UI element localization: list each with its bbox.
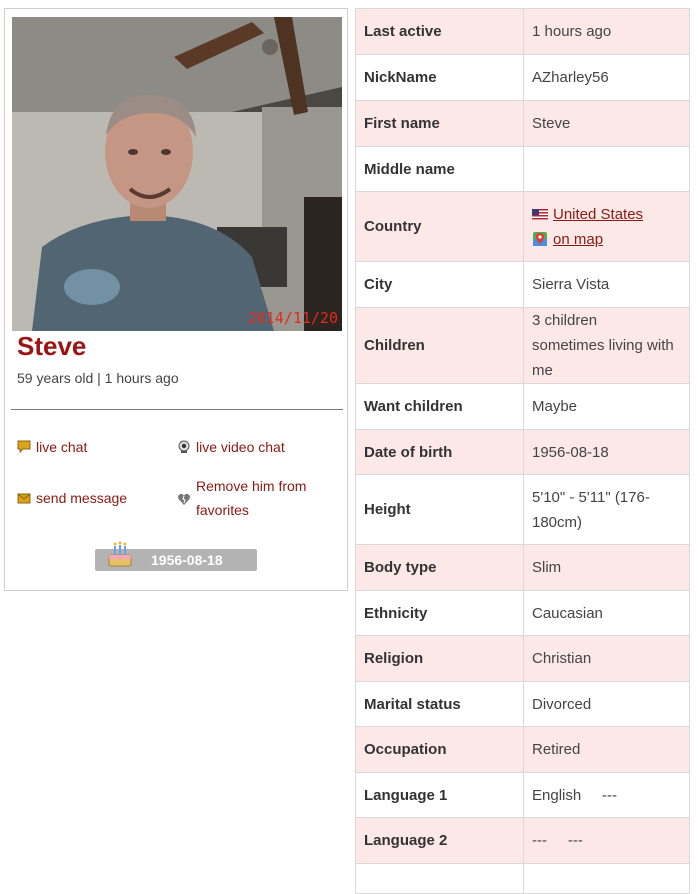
birthday-date: 1956-08-18 (151, 552, 223, 568)
photo-image (12, 17, 342, 331)
detail-value: Slim (523, 544, 690, 591)
detail-row-first-name: First name Steve (355, 100, 690, 147)
detail-label: Marital status (355, 681, 524, 727)
profile-divider (11, 409, 343, 410)
detail-row-middle-name: Middle name (355, 146, 690, 192)
map-line: on map (532, 227, 681, 252)
broken-heart-icon (178, 493, 190, 505)
detail-row-ethnicity: Ethnicity Caucasian (355, 590, 690, 636)
detail-label: Language 2 (355, 817, 524, 864)
detail-value: 1956-08-18 (523, 429, 690, 475)
detail-label: Language 1 (355, 772, 524, 818)
detail-row-language-1: Language 1 English --- (355, 772, 690, 818)
detail-row-country: Country United States on map (355, 191, 690, 262)
detail-row-date-of-birth: Date of birth 1956-08-18 (355, 429, 690, 475)
detail-label: Occupation (355, 726, 524, 773)
live-chat-label: live chat (36, 439, 88, 455)
detail-label: City (355, 261, 524, 308)
detail-label (355, 863, 524, 894)
live-chat-link[interactable]: live chat (17, 435, 87, 459)
detail-value: Caucasian (523, 590, 690, 636)
detail-value: Retired (523, 726, 690, 773)
detail-value (523, 863, 690, 894)
remove-favorite-label: Remove him from favorites (196, 478, 307, 518)
birthday-cake-icon (108, 541, 132, 567)
detail-value: 5'10" - 5'11" (176-180cm) (523, 474, 690, 545)
speech-bubble-icon (17, 440, 31, 454)
detail-row-children: Children 3 children sometimes living wit… (355, 307, 690, 384)
detail-value: Christian (523, 635, 690, 682)
detail-label: NickName (355, 54, 524, 101)
detail-value: United States on map (523, 191, 690, 262)
profile-details-table: Last active 1 hours ago NickName AZharle… (355, 8, 690, 894)
detail-row-want-children: Want children Maybe (355, 383, 690, 430)
detail-value (523, 146, 690, 192)
detail-label: Body type (355, 544, 524, 591)
profile-name: Steve (17, 331, 87, 361)
detail-label: Date of birth (355, 429, 524, 475)
remove-favorite-link[interactable]: Remove him from favorites (177, 474, 327, 522)
send-message-label: send message (36, 490, 128, 506)
detail-label: Children (355, 307, 524, 384)
on-map-link[interactable]: on map (553, 227, 603, 252)
country-line: United States (532, 202, 681, 227)
live-video-chat-label: live video chat (196, 439, 285, 455)
detail-value: --- --- (523, 817, 690, 864)
detail-row-language-2: Language 2 --- --- (355, 817, 690, 864)
send-message-link[interactable]: send message (17, 486, 127, 510)
photo-date-stamp: 2014/11/20 (247, 309, 338, 327)
detail-label: Middle name (355, 146, 524, 192)
detail-value: English --- (523, 772, 690, 818)
profile-photo[interactable]: 2014/11/20 (12, 17, 342, 331)
detail-row-city: City Sierra Vista (355, 261, 690, 308)
detail-row-last-active: Last active 1 hours ago (355, 8, 690, 55)
detail-value: Maybe (523, 383, 690, 430)
detail-row-occupation: Occupation Retired (355, 726, 690, 773)
detail-label: Last active (355, 8, 524, 55)
detail-value: 3 children sometimes living with me (523, 307, 690, 384)
detail-row-height: Height 5'10" - 5'11" (176-180cm) (355, 474, 690, 545)
map-pin-icon (533, 232, 547, 246)
detail-label: Country (355, 191, 524, 262)
detail-value: Divorced (523, 681, 690, 727)
envelope-icon (17, 493, 31, 504)
webcam-icon (178, 440, 190, 453)
detail-label: Religion (355, 635, 524, 682)
detail-row-extra (355, 863, 690, 894)
detail-value: Sierra Vista (523, 261, 690, 308)
detail-label: Height (355, 474, 524, 545)
detail-row-religion: Religion Christian (355, 635, 690, 682)
us-flag-icon (532, 208, 548, 220)
detail-value: AZharley56 (523, 54, 690, 101)
profile-card: 2014/11/20 Steve 59 years old | 1 hours … (4, 8, 348, 591)
detail-label: Ethnicity (355, 590, 524, 636)
detail-row-nickname: NickName AZharley56 (355, 54, 690, 101)
detail-label: First name (355, 100, 524, 147)
birthday-badge: 1956-08-18 (95, 541, 257, 571)
live-video-chat-link[interactable]: live video chat (177, 435, 285, 459)
country-link[interactable]: United States (553, 202, 643, 227)
profile-age-activity: 59 years old | 1 hours ago (17, 370, 179, 386)
detail-label: Want children (355, 383, 524, 430)
detail-row-marital-status: Marital status Divorced (355, 681, 690, 727)
detail-row-body-type: Body type Slim (355, 544, 690, 591)
detail-value: Steve (523, 100, 690, 147)
detail-value: 1 hours ago (523, 8, 690, 55)
